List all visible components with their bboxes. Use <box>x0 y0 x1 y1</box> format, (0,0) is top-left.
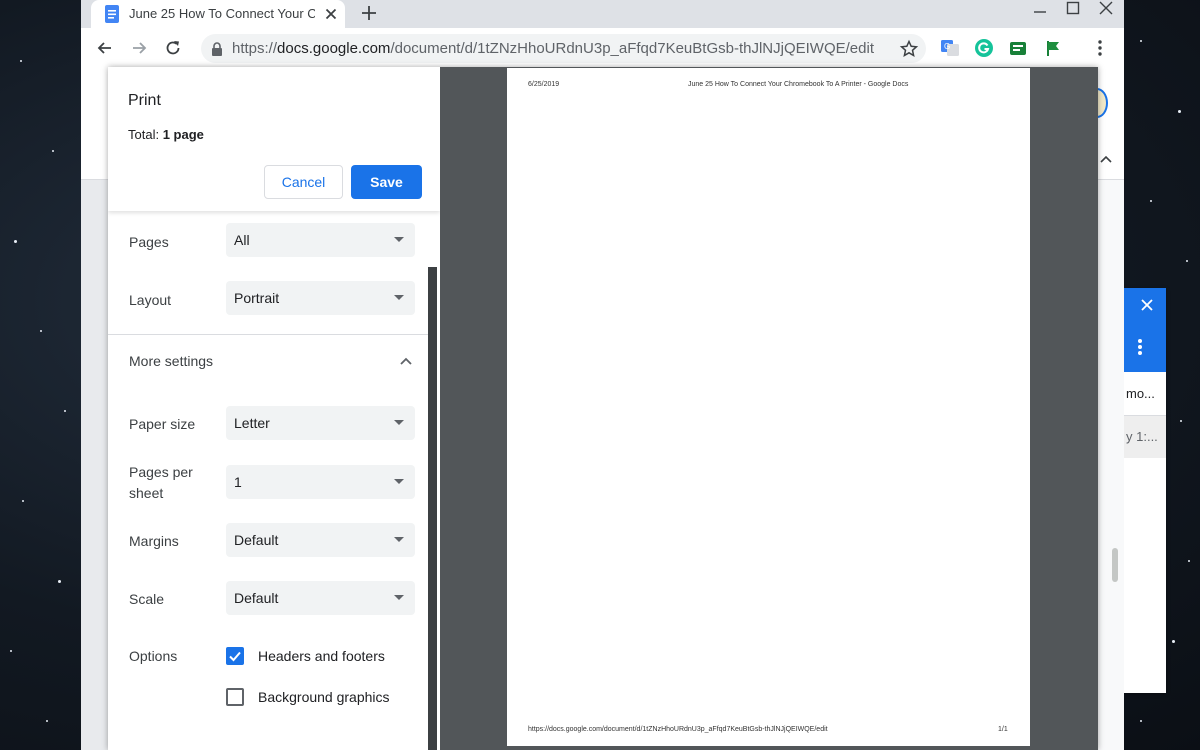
page-title: Print <box>128 92 161 109</box>
lock-icon[interactable] <box>210 41 224 57</box>
tab-docs[interactable]: June 25 How To Connect Your C <box>91 0 345 28</box>
scale-select[interactable]: Default <box>226 581 415 615</box>
paper-size-label: Paper size <box>129 416 196 432</box>
address-bar[interactable]: https://docs.google.com/document/d/1tZNz… <box>201 34 926 63</box>
print-dialog: Print Total: 1 page Cancel Save Pages Al… <box>108 67 1098 750</box>
paper-size-select[interactable]: Letter <box>226 406 415 440</box>
maximize-icon[interactable] <box>1058 0 1088 20</box>
more-vert-icon[interactable] <box>1137 338 1143 356</box>
scrollbar[interactable] <box>428 267 437 750</box>
margins-value: Default <box>234 532 279 548</box>
layout-select[interactable]: Portrait <box>226 281 415 315</box>
chevron-up-icon[interactable] <box>399 354 413 368</box>
grammarly-icon[interactable] <box>974 38 994 58</box>
cancel-button[interactable]: Cancel <box>264 165 343 199</box>
pages-value: All <box>234 232 250 248</box>
pages-select[interactable]: All <box>226 223 415 257</box>
side-panel-item[interactable]: y 1:... <box>1124 416 1166 458</box>
pages-per-sheet-label-line2: sheet <box>129 485 164 501</box>
docs-side-strip <box>81 180 108 750</box>
print-settings: Pages All Layout Portrait More settings … <box>108 211 440 750</box>
background-side-panel: mo... y 1:... <box>1124 288 1166 693</box>
margins-select[interactable]: Default <box>226 523 415 557</box>
total-label: Total: <box>128 127 163 142</box>
url-text: https://docs.google.com/document/d/1tZNz… <box>232 40 874 57</box>
tab-title: June 25 How To Connect Your C <box>129 6 315 21</box>
preview-footer-page: 1/1 <box>998 726 1008 733</box>
print-header: Print Total: 1 page Cancel Save <box>108 67 440 211</box>
pages-per-sheet-value: 1 <box>234 474 242 490</box>
docs-favicon <box>105 5 119 23</box>
minimize-icon[interactable] <box>1025 0 1055 20</box>
save-button[interactable]: Save <box>351 165 422 199</box>
chevron-up-icon[interactable] <box>1099 152 1113 166</box>
chevron-down-icon <box>394 479 404 484</box>
chevron-down-icon <box>394 295 404 300</box>
options-label: Options <box>129 648 178 664</box>
tab-strip: June 25 How To Connect Your C <box>81 0 1124 28</box>
pages-label: Pages <box>129 234 169 250</box>
chevron-down-icon <box>394 420 404 425</box>
scrollbar[interactable] <box>1112 548 1118 582</box>
close-window-icon[interactable] <box>1091 0 1121 20</box>
more-settings-toggle[interactable]: More settings <box>129 351 213 372</box>
translate-icon[interactable]: G <box>940 38 960 58</box>
layout-label: Layout <box>129 292 172 308</box>
url-path: /document/d/1tZNzHhoURdnU3p_aFfqd7KeuBtG… <box>390 40 874 57</box>
forward-icon[interactable] <box>129 38 149 58</box>
plus-icon[interactable] <box>359 3 379 23</box>
star-icon[interactable] <box>899 39 919 59</box>
layout-value: Portrait <box>234 290 280 306</box>
url-scheme: https:// <box>232 40 278 57</box>
background-graphics-checkbox[interactable] <box>226 688 244 706</box>
preview-header-title: June 25 How To Connect Your Chromebook T… <box>688 81 909 88</box>
chevron-down-icon <box>394 537 404 542</box>
browser-toolbar: https://docs.google.com/document/d/1tZNz… <box>81 28 1124 68</box>
total-value: 1 page <box>162 127 204 142</box>
extension-icon[interactable] <box>1008 38 1028 58</box>
close-icon[interactable] <box>1140 298 1154 312</box>
preview-page: 6/25/2019 June 25 How To Connect Your Ch… <box>507 68 1030 746</box>
preview-header-date: 6/25/2019 <box>528 81 560 88</box>
menu-icon[interactable] <box>1090 38 1110 58</box>
headers-footers-label[interactable]: Headers and footers <box>258 648 385 664</box>
print-settings-sidebar: Print Total: 1 page Cancel Save Pages Al… <box>108 67 440 750</box>
headers-footers-checkbox[interactable] <box>226 647 244 665</box>
side-panel-item[interactable]: mo... <box>1124 372 1166 416</box>
background-graphics-label[interactable]: Background graphics <box>258 689 390 705</box>
scale-label: Scale <box>129 591 165 607</box>
close-icon[interactable] <box>322 5 340 23</box>
back-icon[interactable] <box>95 38 115 58</box>
checkmark-icon <box>229 651 241 662</box>
paper-size-value: Letter <box>234 415 270 431</box>
chevron-down-icon <box>394 595 404 600</box>
side-panel-header <box>1124 288 1166 372</box>
svg-text:G: G <box>944 42 950 51</box>
pages-per-sheet-label-line1: Pages per <box>129 464 193 480</box>
pages-per-sheet-label: Pages per sheet <box>129 462 193 504</box>
margins-label: Margins <box>129 533 179 549</box>
reload-icon[interactable] <box>163 38 183 58</box>
scale-value: Default <box>234 590 279 606</box>
total-pages: Total: 1 page <box>128 127 204 142</box>
url-host: docs.google.com <box>277 40 391 57</box>
flag-icon[interactable] <box>1043 38 1063 58</box>
pages-per-sheet-select[interactable]: 1 <box>226 465 415 499</box>
chevron-down-icon <box>394 237 404 242</box>
divider <box>108 334 428 335</box>
print-preview: 6/25/2019 June 25 How To Connect Your Ch… <box>440 67 1098 750</box>
preview-footer-url: https://docs.google.com/document/d/1tZNz… <box>528 726 828 733</box>
